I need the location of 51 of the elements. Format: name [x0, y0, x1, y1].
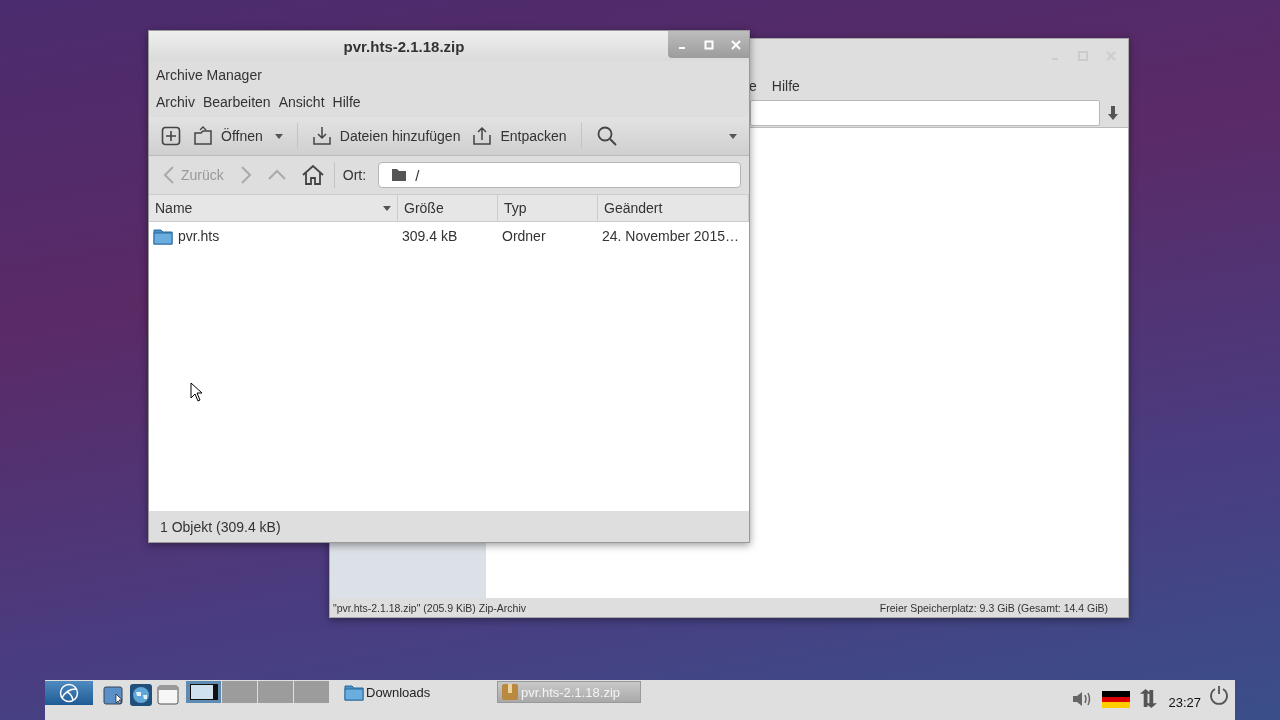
caret-icon — [729, 133, 737, 139]
package-icon — [501, 683, 519, 701]
arrow-down-icon[interactable] — [1106, 105, 1120, 121]
file-row[interactable]: pvr.hts 309.4 kB Ordner 24. November 2015… — [149, 222, 749, 249]
status-text: 1 Objekt (309.4 kB) — [160, 518, 281, 535]
app-name: Archive Manager — [156, 67, 262, 83]
address-field[interactable] — [750, 100, 1100, 126]
column-header[interactable]: Größe — [398, 195, 498, 221]
task-button[interactable]: Downloads — [341, 681, 485, 703]
column-header[interactable]: Typ — [498, 195, 598, 221]
toolbar-button[interactable]: Öffnen — [189, 121, 267, 151]
flag-icon[interactable] — [1102, 690, 1131, 708]
folder-icon — [153, 226, 173, 245]
home-icon — [301, 165, 324, 185]
menu-item[interactable]: Bearbeiten — [202, 94, 271, 110]
download-icon — [311, 126, 332, 146]
pointer-icon — [190, 382, 203, 402]
folder-icon — [344, 683, 364, 701]
upload-icon — [472, 126, 493, 146]
column-header[interactable]: Name — [149, 195, 398, 221]
menu-button[interactable] — [45, 681, 93, 705]
plus-icon — [161, 126, 181, 146]
menu-item[interactable]: Hilfe — [332, 94, 361, 110]
menu-item[interactable]: Archiv — [156, 94, 195, 110]
location-field[interactable]: / — [378, 162, 741, 188]
column-header[interactable]: Geändert — [598, 195, 749, 221]
chevron-up-icon — [267, 169, 286, 181]
window-title: pvr.hts-2.1.18.zip — [343, 37, 465, 55]
table-cell-text: Ordner — [501, 227, 547, 244]
toolbar-button[interactable]: Dateien hinzufügen — [307, 121, 465, 151]
menu-item[interactable]: Ansicht — [278, 94, 325, 110]
power-icon[interactable] — [1209, 685, 1229, 705]
free-space-text: Freier Speicherplatz: 9.3 GiB (Gesamt: 14.4 GiB) — [879, 601, 1108, 614]
caret-icon — [383, 205, 391, 211]
search-icon — [595, 125, 618, 147]
chevron-left-icon — [163, 166, 175, 184]
logo-icon — [58, 683, 80, 703]
name-cell: pvr.hts — [149, 226, 398, 245]
toolbar-button[interactable]: Entpacken — [468, 121, 571, 151]
folder-icon — [391, 168, 408, 182]
table-cell-text: 24. November 2015… — [601, 227, 740, 244]
desktop-pager-button[interactable] — [186, 681, 221, 703]
table-cell-text: 309.4 kB — [401, 227, 459, 244]
location-label: Ort: — [342, 167, 367, 183]
status-text: "pvr.hts-2.1.18.zip" (205.9 KiB) Zip-Archiv — [333, 601, 527, 614]
menu-item[interactable]: Hilfe — [771, 78, 800, 94]
folder-icon — [193, 126, 213, 146]
chevron-right-icon — [239, 166, 252, 184]
caret-icon — [274, 133, 283, 139]
menu-item[interactable]: e — [749, 78, 757, 94]
clock[interactable]: 23:27 — [1168, 694, 1201, 710]
